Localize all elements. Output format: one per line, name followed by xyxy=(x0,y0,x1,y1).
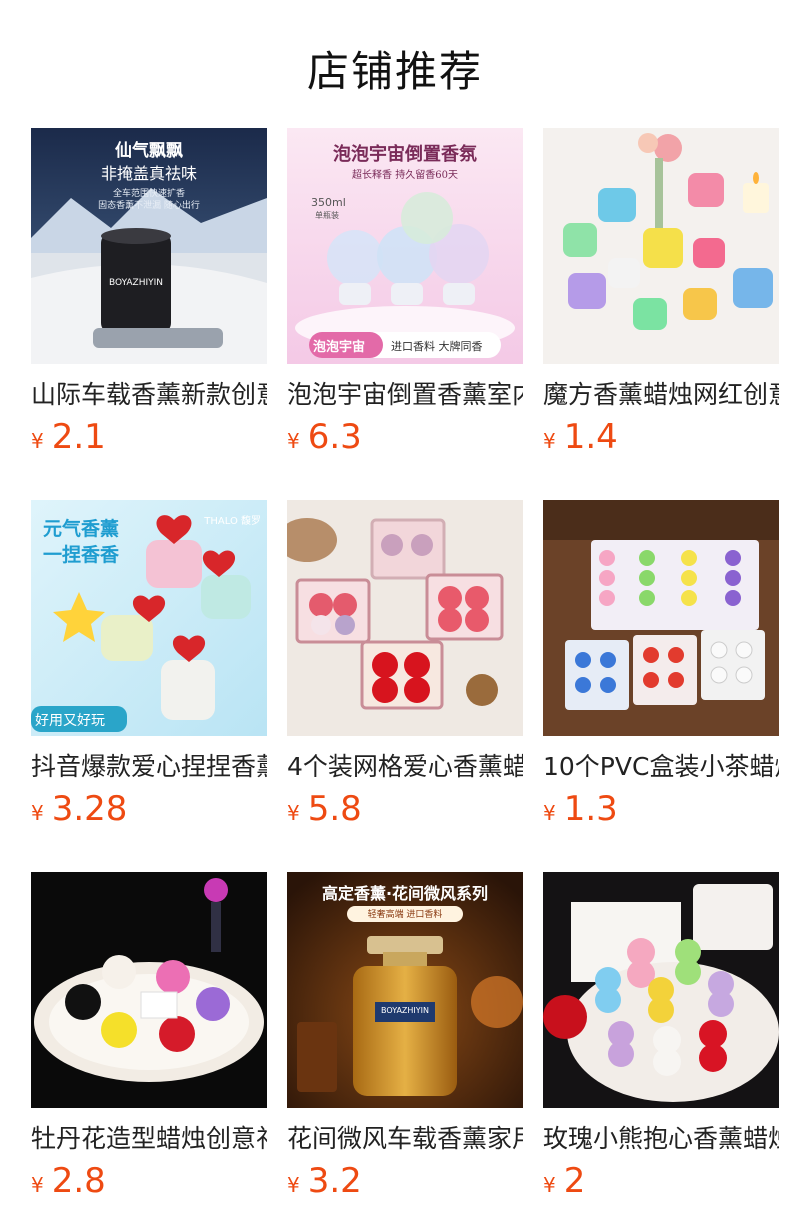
product-card[interactable]: 元气香薰 一捏香香 THALO 馥罗 好用又好玩 抖音爆款爱心捏捏香薰 ¥3.2… xyxy=(31,500,267,832)
image-caption-title: 泡泡宇宙倒置香氛 xyxy=(333,144,477,165)
product-name[interactable]: 抖音爆款爱心捏捏香薰 xyxy=(31,752,267,782)
product-name[interactable]: 玫瑰小熊抱心香薰蜡烛 xyxy=(543,1124,779,1154)
product-image-bear-candles[interactable] xyxy=(543,872,779,1108)
product-grid: 仙气飘飘 非掩盖真祛味 全车范围快速扩香 固态香薰不泄漏 随心出行 BOYAZH… xyxy=(0,128,790,1204)
product-image-heart-candles[interactable] xyxy=(287,500,523,736)
image-brand-label: THALO 馥罗 xyxy=(204,516,261,527)
product-name[interactable]: 10个PVC盒装小茶蜡烛 xyxy=(543,752,779,782)
image-badge: 泡泡宇宙 xyxy=(313,340,366,355)
product-price: ¥6.3 xyxy=(287,420,523,460)
image-caption-sub2: 固态香薰不泄漏 随心出行 xyxy=(98,201,200,211)
product-name[interactable]: 牡丹花造型蜡烛创意礼 xyxy=(31,1124,267,1154)
shop-header: 店铺推荐 xyxy=(0,0,790,128)
product-image-heart-squeeze[interactable]: 元气香薰 一捏香香 THALO 馥罗 好用又好玩 xyxy=(31,500,267,736)
image-caption-title: 高定香薰·花间微风系列 xyxy=(321,884,489,903)
product-image-peony-candles[interactable] xyxy=(31,872,267,1108)
product-price: ¥2.1 xyxy=(31,420,267,460)
image-volume-sub: 单瓶装 xyxy=(315,211,339,220)
image-caption-line2: 一捏香香 xyxy=(43,544,120,566)
product-card[interactable]: 魔方香薰蜡烛网红创意 ¥1.4 xyxy=(543,128,779,460)
product-price: ¥3.28 xyxy=(31,792,267,832)
price-value: 1.3 xyxy=(563,789,618,829)
image-caption-line2: 非掩盖真祛味 xyxy=(100,164,197,183)
product-image-car-diffuser[interactable]: 仙气飘飘 非掩盖真祛味 全车范围快速扩香 固态香薰不泄漏 随心出行 BOYAZH… xyxy=(31,128,267,364)
image-tag: 进口香料 大牌同香 xyxy=(391,340,483,353)
image-brand-label: BOYAZHIYIN xyxy=(108,278,164,288)
currency-symbol: ¥ xyxy=(31,1173,44,1197)
image-caption-line1: 元气香薰 xyxy=(43,518,120,540)
product-card[interactable]: 仙气飘飘 非掩盖真祛味 全车范围快速扩香 固态香薰不泄漏 随心出行 BOYAZH… xyxy=(31,128,267,460)
product-price: ¥2 xyxy=(543,1164,779,1204)
currency-symbol: ¥ xyxy=(31,801,44,825)
currency-symbol: ¥ xyxy=(287,1173,300,1197)
product-price: ¥5.8 xyxy=(287,792,523,832)
currency-symbol: ¥ xyxy=(31,429,44,453)
product-price: ¥3.2 xyxy=(287,1164,523,1204)
product-card[interactable]: 牡丹花造型蜡烛创意礼 ¥2.8 xyxy=(31,872,267,1204)
product-image-cube-candles[interactable] xyxy=(543,128,779,364)
image-tag: 轻奢高端 进口香料 xyxy=(367,910,443,920)
price-value: 6.3 xyxy=(307,417,362,457)
page-title: 店铺推荐 xyxy=(306,47,483,96)
price-value: 2.8 xyxy=(51,1161,106,1201)
price-value: 3.2 xyxy=(307,1161,362,1201)
product-price: ¥2.8 xyxy=(31,1164,267,1204)
currency-symbol: ¥ xyxy=(543,429,556,453)
image-badge: 好用又好玩 xyxy=(35,713,105,729)
product-name[interactable]: 花间微风车载香薰家用 xyxy=(287,1124,523,1154)
price-value: 3.28 xyxy=(51,789,128,829)
image-caption-sub: 超长释香 持久留香60天 xyxy=(352,170,458,181)
currency-symbol: ¥ xyxy=(287,429,300,453)
product-image-bubble-diffuser[interactable]: 泡泡宇宙倒置香氛 超长释香 持久留香60天 350ml 单瓶装 泡泡宇宙 进口香… xyxy=(287,128,523,364)
product-name[interactable]: 山际车载香薰新款创意 xyxy=(31,380,267,410)
product-card[interactable]: 高定香薰·花间微风系列 轻奢高端 进口香料 BOYAZHIYIN 花间微风车载香… xyxy=(287,872,523,1204)
product-name[interactable]: 魔方香薰蜡烛网红创意 xyxy=(543,380,779,410)
product-name[interactable]: 4个装网格爱心香薰蜡烛 xyxy=(287,752,523,782)
product-card[interactable]: 玫瑰小熊抱心香薰蜡烛 ¥2 xyxy=(543,872,779,1204)
product-card[interactable]: 10个PVC盒装小茶蜡烛 ¥1.3 xyxy=(543,500,779,832)
product-card[interactable]: 泡泡宇宙倒置香氛 超长释香 持久留香60天 350ml 单瓶装 泡泡宇宙 进口香… xyxy=(287,128,523,460)
price-value: 2.1 xyxy=(51,417,106,457)
currency-symbol: ¥ xyxy=(543,1173,556,1197)
currency-symbol: ¥ xyxy=(287,801,300,825)
price-value: 5.8 xyxy=(307,789,362,829)
product-card[interactable]: 4个装网格爱心香薰蜡烛 ¥5.8 xyxy=(287,500,523,832)
product-name[interactable]: 泡泡宇宙倒置香薰室内 xyxy=(287,380,523,410)
price-value: 1.4 xyxy=(563,417,618,457)
image-volume: 350ml xyxy=(311,196,346,209)
product-image-perfume-bottle[interactable]: 高定香薰·花间微风系列 轻奢高端 进口香料 BOYAZHIYIN xyxy=(287,872,523,1108)
price-value: 2 xyxy=(563,1161,586,1201)
image-brand-label: BOYAZHIYIN xyxy=(380,1006,430,1015)
image-caption-line1: 仙气飘飘 xyxy=(115,141,183,161)
currency-symbol: ¥ xyxy=(543,801,556,825)
product-price: ¥1.3 xyxy=(543,792,779,832)
product-price: ¥1.4 xyxy=(543,420,779,460)
product-image-tealights[interactable] xyxy=(543,500,779,736)
